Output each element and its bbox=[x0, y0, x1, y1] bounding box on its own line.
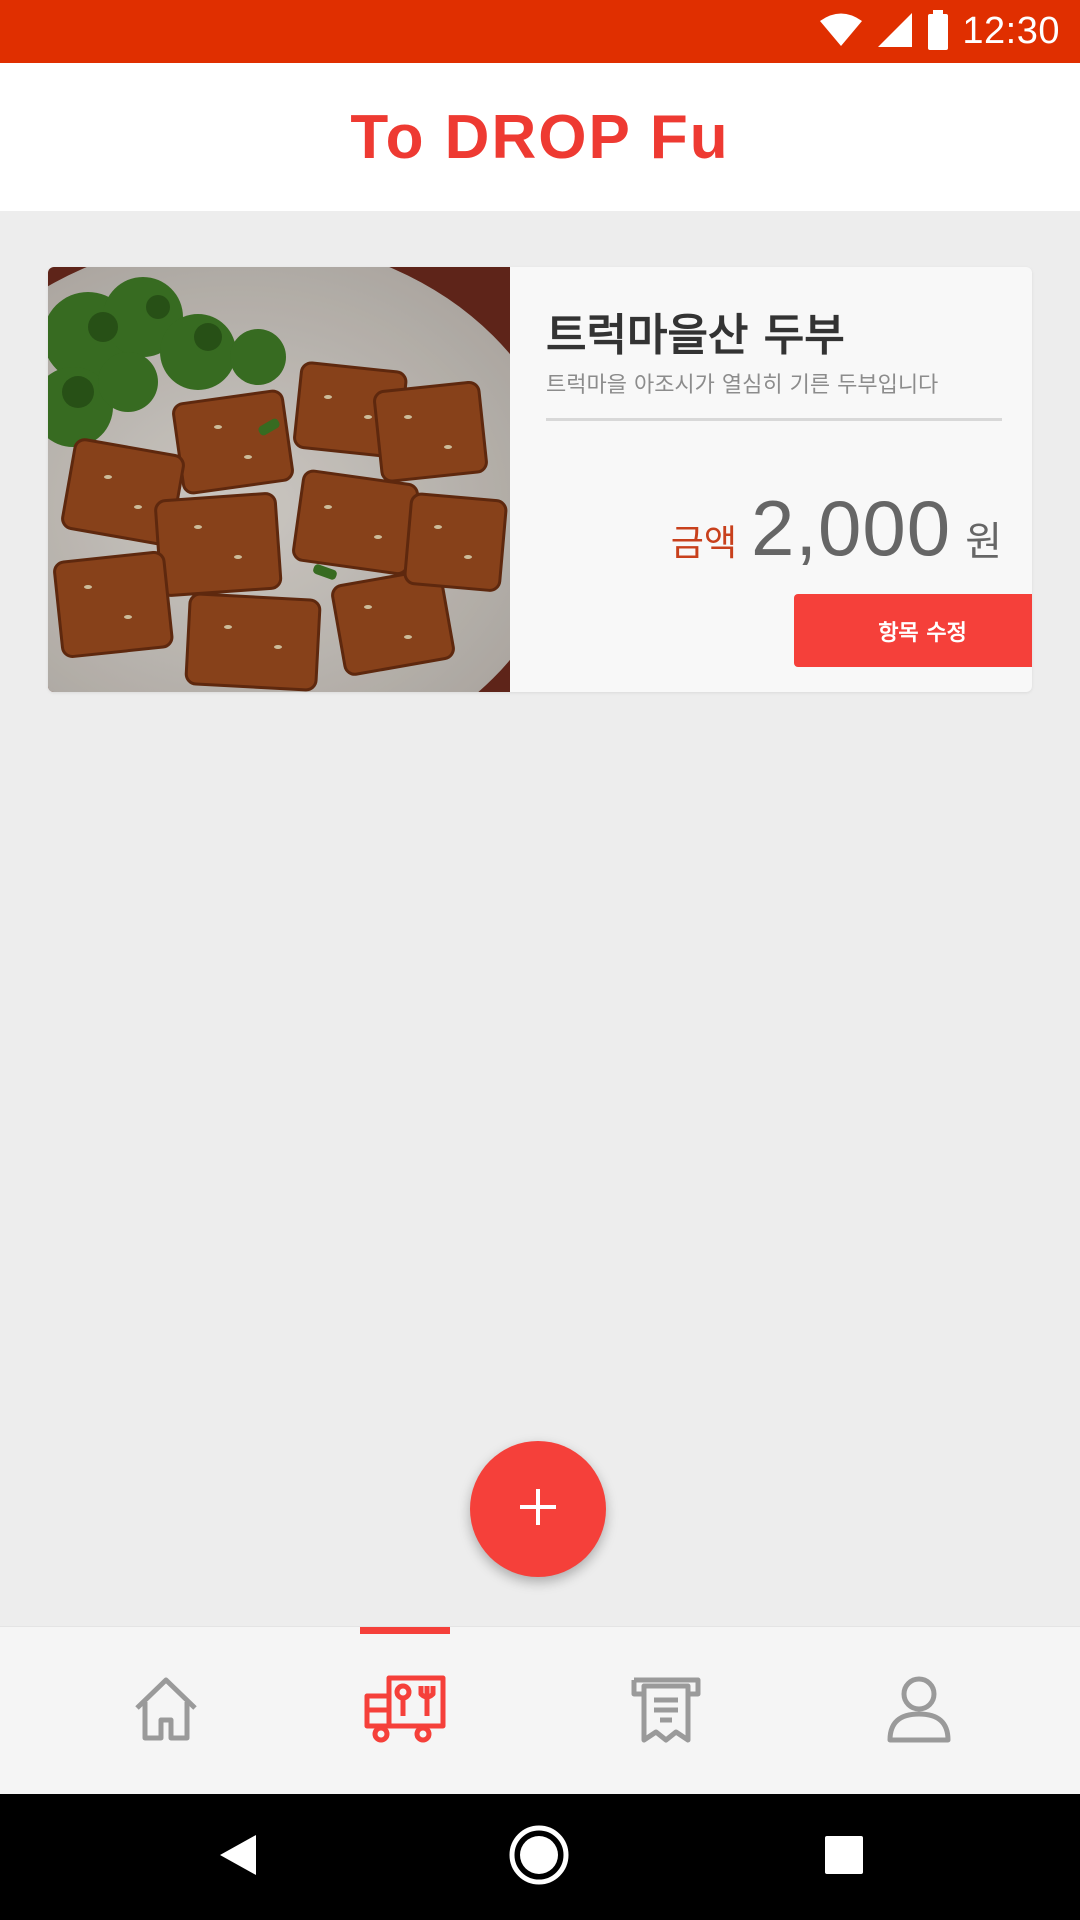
plus-icon bbox=[518, 1487, 558, 1531]
system-nav-bar bbox=[0, 1794, 1080, 1920]
nav-home[interactable] bbox=[86, 1627, 246, 1795]
app-title: To DROP Fu bbox=[350, 102, 730, 172]
status-icons: 12:30 bbox=[818, 0, 1060, 63]
price-unit: 원 bbox=[965, 519, 1002, 565]
recents-button[interactable] bbox=[784, 1794, 904, 1920]
nav-food-truck[interactable] bbox=[325, 1627, 485, 1795]
price-value: 2,000 bbox=[750, 484, 952, 572]
menu-item-card[interactable]: 트럭마을산 두부 트럭마을 아조시가 열심히 기른 두부입니다 금액 2,000… bbox=[48, 267, 1032, 692]
wifi-icon bbox=[818, 12, 864, 52]
add-item-button[interactable] bbox=[470, 1441, 606, 1577]
receipt-icon bbox=[630, 1674, 702, 1748]
item-details: 트럭마을산 두부 트럭마을 아조시가 열심히 기른 두부입니다 금액 2,000… bbox=[510, 267, 1032, 692]
back-icon bbox=[218, 1833, 258, 1881]
profile-icon bbox=[886, 1674, 952, 1748]
food-truck-icon bbox=[363, 1674, 447, 1748]
home-circle-icon bbox=[508, 1824, 570, 1890]
back-button[interactable] bbox=[178, 1794, 298, 1920]
status-time: 12:30 bbox=[962, 10, 1060, 52]
nav-receipt[interactable] bbox=[586, 1627, 746, 1795]
edit-item-button[interactable]: 항목 수정 bbox=[794, 594, 1032, 667]
price-row: 금액 2,000 원 bbox=[671, 483, 1002, 574]
app-header: To DROP Fu bbox=[0, 63, 1080, 211]
item-name: 트럭마을산 두부 bbox=[546, 310, 845, 361]
bottom-nav bbox=[0, 1626, 1080, 1795]
home-button[interactable] bbox=[479, 1794, 599, 1920]
recents-icon bbox=[824, 1835, 864, 1879]
divider bbox=[546, 418, 1002, 421]
nav-profile[interactable] bbox=[839, 1627, 999, 1795]
signal-icon bbox=[876, 11, 914, 53]
battery-icon bbox=[926, 9, 950, 54]
item-description: 트럭마을 아조시가 열심히 기른 두부입니다 bbox=[546, 373, 939, 398]
home-icon bbox=[131, 1674, 201, 1748]
item-photo bbox=[48, 267, 510, 692]
price-label: 금액 bbox=[670, 523, 737, 564]
status-bar: 12:30 bbox=[0, 0, 1080, 63]
